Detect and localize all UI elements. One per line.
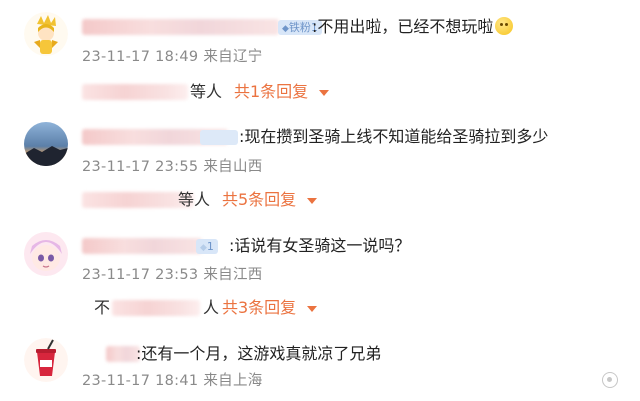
comment-time: 23-11-17 18:49	[82, 49, 199, 65]
username-redacted[interactable]	[82, 19, 279, 35]
avatar[interactable]	[24, 338, 68, 382]
comment-location: 来自江西	[203, 267, 263, 283]
diamond-icon: ◆	[282, 24, 289, 34]
comment-location: 来自辽宁	[203, 49, 263, 65]
reply-suffix: 人	[203, 298, 220, 317]
comment-meta: 23-11-17 18:41 来自上海	[82, 372, 263, 390]
comment-location: 来自上海	[203, 373, 263, 389]
comment-meta: 23-11-17 23:55 来自山西	[82, 158, 263, 176]
comment-time: 23-11-17 18:41	[82, 373, 199, 389]
comment-item: :还有一个月，这游戏真就凉了兄弟 23-11-17 18:41 来自上海	[0, 328, 640, 401]
comment-meta: 23-11-17 18:49 来自辽宁	[82, 48, 263, 66]
replier-names-redacted	[82, 84, 188, 100]
view-replies-link[interactable]: 共5条回复	[222, 190, 296, 210]
reply-summary[interactable]: 等人 共5条回复	[82, 189, 342, 211]
comment-item: :现在攒到圣骑上线不知道能给圣骑拉到多少 23-11-17 23:55 来自山西…	[0, 110, 640, 210]
comment-meta: 23-11-17 23:53 来自江西	[82, 266, 263, 284]
avatar[interactable]	[24, 232, 68, 276]
watermark-icon	[602, 372, 618, 388]
comment-text: :现在攒到圣骑上线不知道能给圣骑拉到多少	[239, 127, 549, 146]
chevron-down-icon[interactable]	[307, 306, 317, 312]
comment-text: :话说有女圣骑这一说吗？	[229, 236, 411, 255]
comment-text: :不用出啦，已经不想玩啦	[312, 17, 514, 37]
comment-location: 来自山西	[203, 159, 263, 175]
avatar[interactable]	[24, 122, 68, 166]
username-redacted[interactable]	[82, 238, 202, 254]
reply-suffix: 等人	[190, 82, 223, 101]
avatar[interactable]	[24, 12, 68, 56]
reply-prefix: 不	[94, 298, 111, 317]
username-redacted[interactable]	[106, 346, 140, 362]
diamond-icon: ◆	[200, 243, 207, 253]
reply-suffix: 等人	[178, 190, 211, 209]
reply-summary[interactable]: 不 人 共3条回复	[82, 297, 342, 319]
chevron-down-icon[interactable]	[319, 90, 329, 96]
comment-item: ◆1 :话说有女圣骑这一说吗？ 23-11-17 23:53 来自江西 不 人 …	[0, 220, 640, 320]
view-replies-link[interactable]: 共3条回复	[222, 298, 296, 318]
comment-item: ◆铁粉1 :不用出啦，已经不想玩啦 23-11-17 18:49 来自辽宁 等人…	[0, 0, 640, 103]
fan-badge[interactable]: ◆1	[196, 239, 218, 254]
fan-badge[interactable]	[200, 130, 238, 145]
comment-time: 23-11-17 23:53	[82, 267, 199, 283]
smile-emoji-icon	[495, 17, 514, 35]
comment-time: 23-11-17 23:55	[82, 159, 199, 175]
replier-names-redacted	[112, 300, 200, 316]
view-replies-link[interactable]: 共1条回复	[234, 82, 308, 102]
chevron-down-icon[interactable]	[307, 198, 317, 204]
reply-summary[interactable]: 等人 共1条回复	[82, 81, 342, 103]
comment-text: :还有一个月，这游戏真就凉了兄弟	[136, 344, 382, 363]
